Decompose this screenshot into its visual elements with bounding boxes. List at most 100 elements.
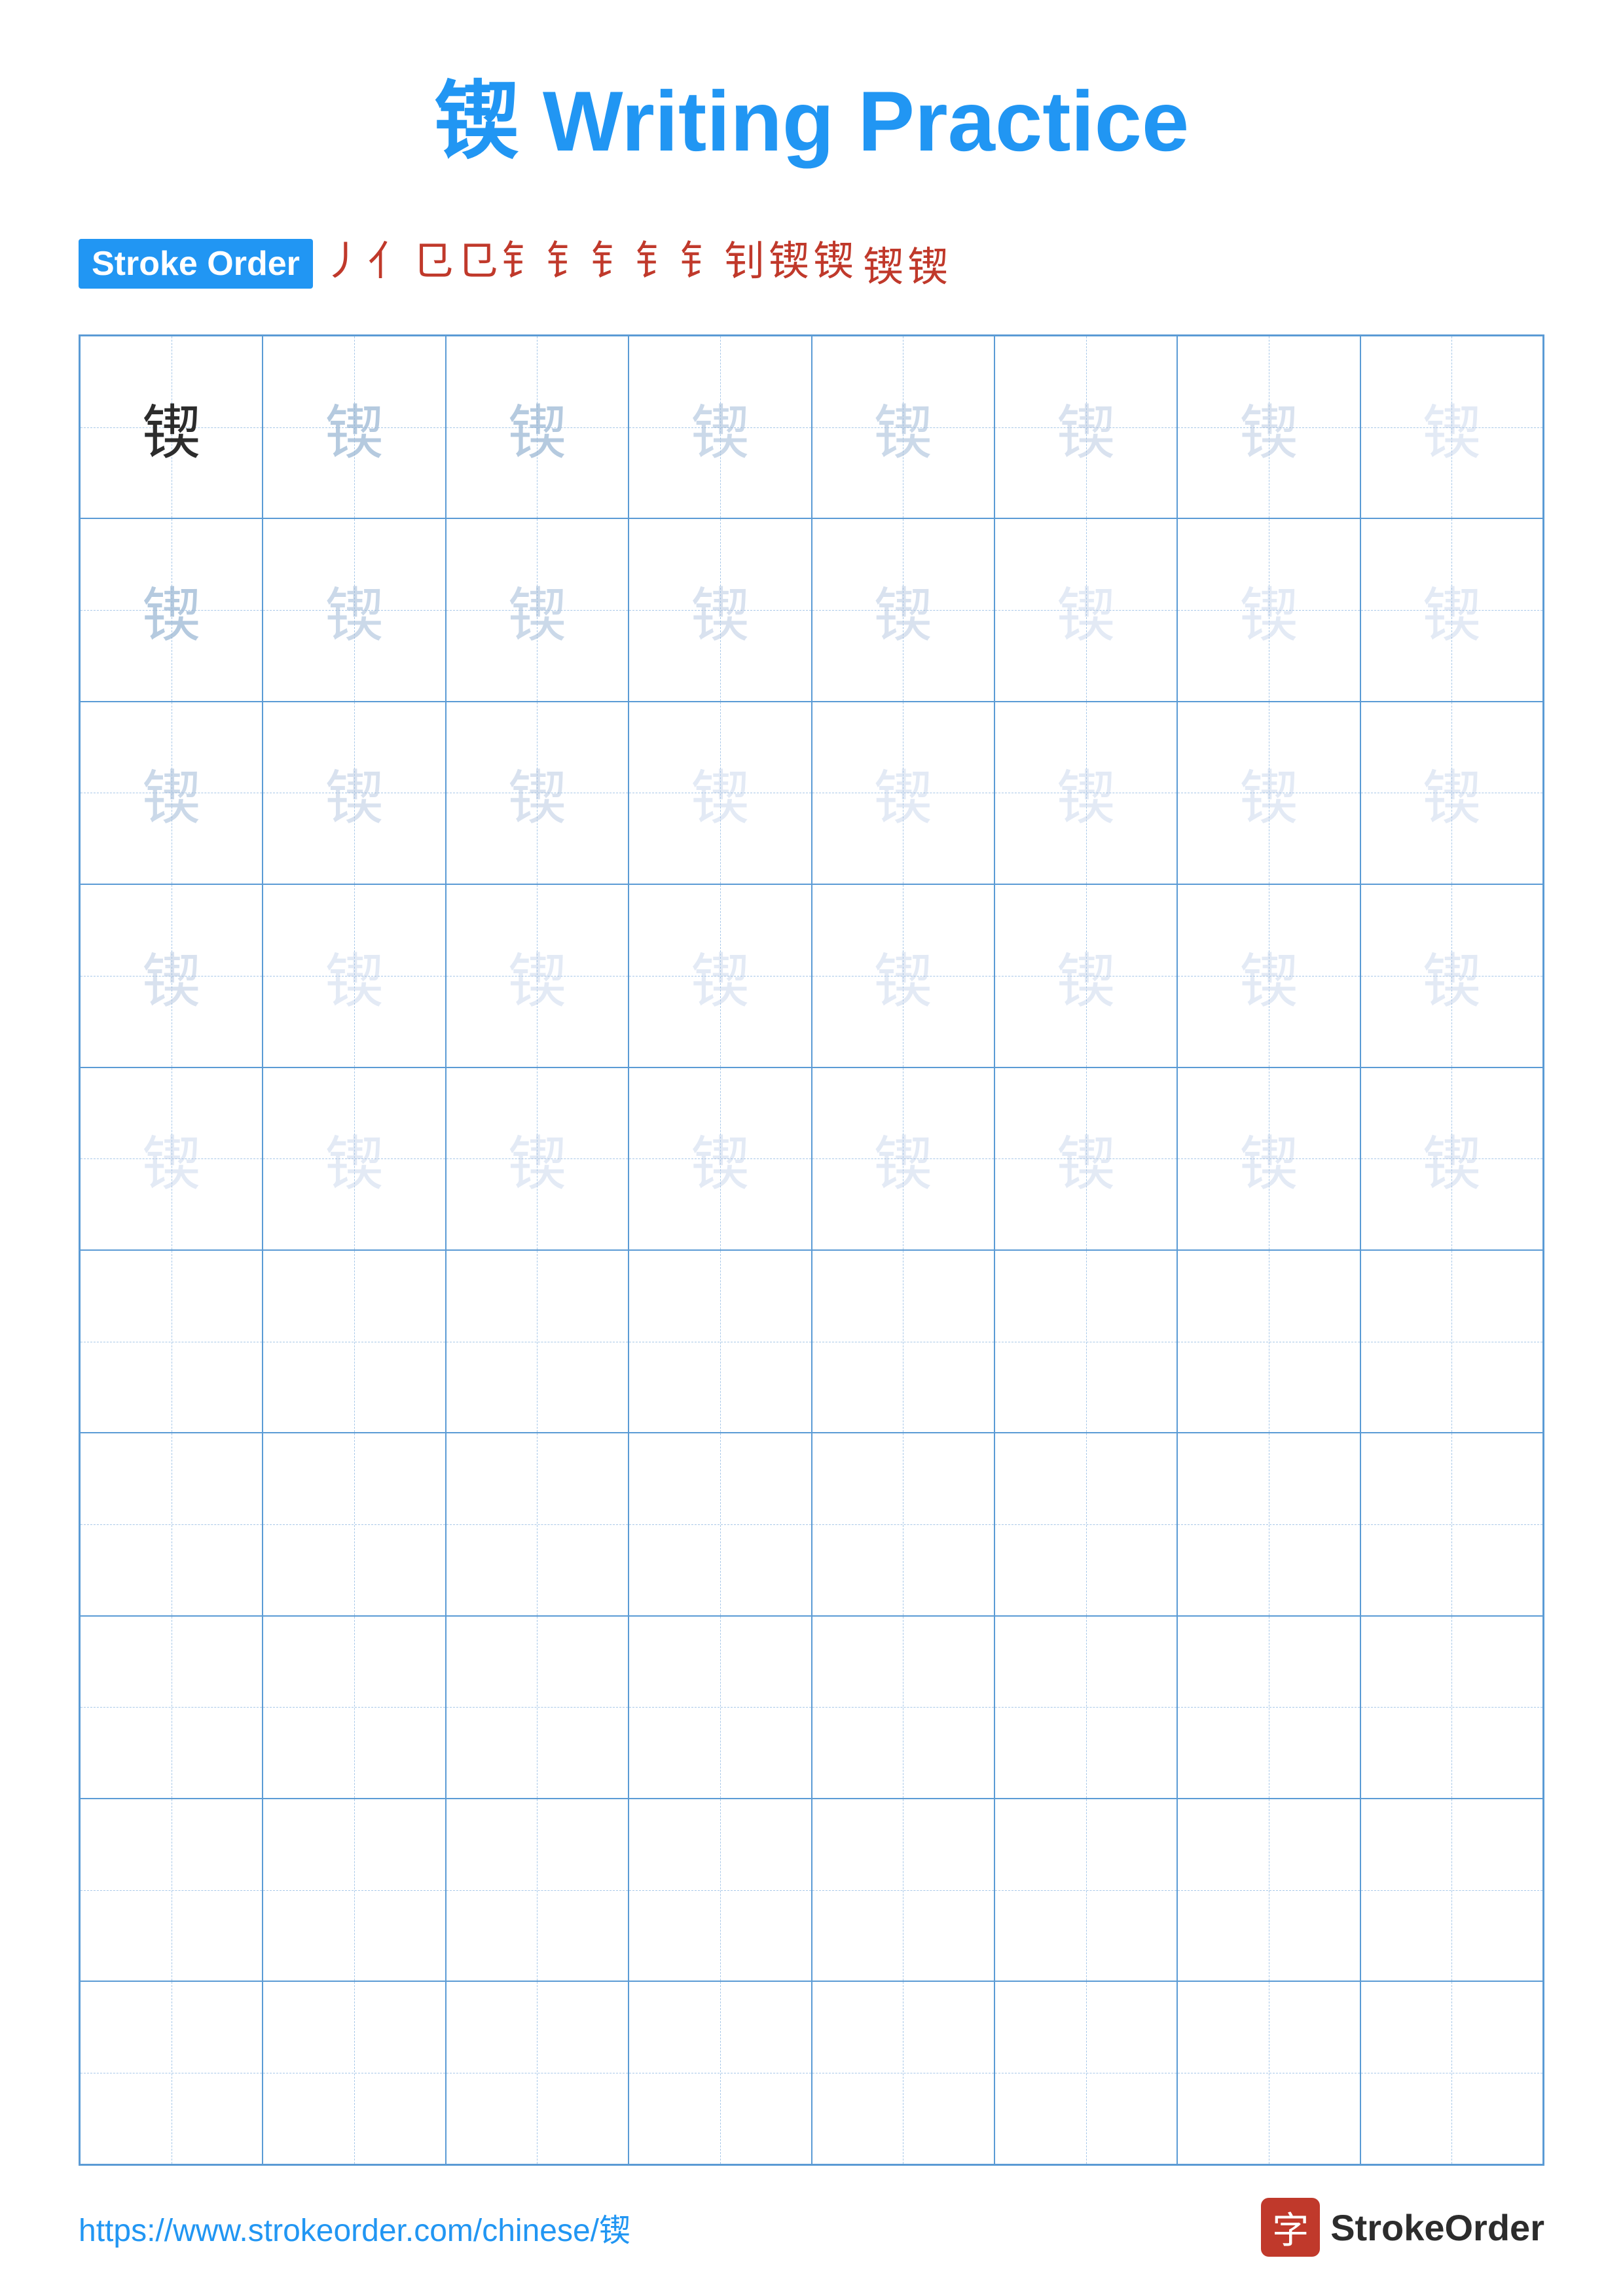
char-5-5: 锲 xyxy=(873,1116,932,1201)
cell-7-8 xyxy=(1360,1433,1543,1615)
char-3-2: 锲 xyxy=(325,750,384,835)
cell-3-5: 锲 xyxy=(812,702,994,884)
logo-text: StrokeOrder xyxy=(1330,2206,1544,2249)
cell-7-1 xyxy=(80,1433,263,1615)
cell-1-4: 锲 xyxy=(629,336,811,518)
cell-9-8 xyxy=(1360,1799,1543,1981)
cell-2-2: 锲 xyxy=(263,518,445,701)
cell-10-2 xyxy=(263,1981,445,2164)
cell-4-7: 锲 xyxy=(1177,884,1360,1067)
stroke-11: 锲 xyxy=(769,228,809,287)
cell-2-8: 锲 xyxy=(1360,518,1543,701)
footer-logo: 字 StrokeOrder xyxy=(1261,2198,1544,2257)
char-1-7: 锲 xyxy=(1239,385,1298,470)
char-5-1: 锲 xyxy=(142,1116,201,1201)
stroke-5: 钅 xyxy=(501,228,542,287)
cell-9-6 xyxy=(994,1799,1177,1981)
char-1-1: 锲 xyxy=(142,385,201,470)
char-3-8: 锲 xyxy=(1422,750,1481,835)
cell-1-1: 锲 xyxy=(80,336,263,518)
stroke-order-label: Stroke Order xyxy=(79,239,313,289)
stroke-7: 钅 xyxy=(591,228,631,287)
footer-url: https://www.strokeorder.com/chinese/锲 xyxy=(79,2204,630,2250)
cell-5-1: 锲 xyxy=(80,1067,263,1250)
char-2-1: 锲 xyxy=(142,567,201,653)
cell-6-6 xyxy=(994,1250,1177,1433)
cell-8-5 xyxy=(812,1616,994,1799)
stroke-order-row: Stroke Order 丿 亻 㔾 㔾 钅 钅 钅 钅 钅 钊 锲 锲 xyxy=(79,228,854,289)
cell-3-4: 锲 xyxy=(629,702,811,884)
char-4-5: 锲 xyxy=(873,933,932,1018)
stroke-6: 钅 xyxy=(546,228,587,287)
stroke-9: 钅 xyxy=(680,228,720,287)
stroke-4: 㔾 xyxy=(457,228,498,287)
cell-5-4: 锲 xyxy=(629,1067,811,1250)
cell-7-6 xyxy=(994,1433,1177,1615)
cell-4-6: 锲 xyxy=(994,884,1177,1067)
cell-3-7: 锲 xyxy=(1177,702,1360,884)
cell-8-1 xyxy=(80,1616,263,1799)
footer: https://www.strokeorder.com/chinese/锲 字 … xyxy=(79,2198,1544,2257)
cell-7-4 xyxy=(629,1433,811,1615)
stroke-2: 亻 xyxy=(368,228,409,287)
char-4-2: 锲 xyxy=(325,933,384,1018)
cell-5-2: 锲 xyxy=(263,1067,445,1250)
char-5-4: 锲 xyxy=(691,1116,750,1201)
cell-2-7: 锲 xyxy=(1177,518,1360,701)
char-5-8: 锲 xyxy=(1422,1116,1481,1201)
char-2-4: 锲 xyxy=(691,567,750,653)
cell-2-4: 锲 xyxy=(629,518,811,701)
cell-9-5 xyxy=(812,1799,994,1981)
stroke-order-section: Stroke Order 丿 亻 㔾 㔾 钅 钅 钅 钅 钅 钊 锲 锲 锲 锲 xyxy=(79,228,1544,295)
cell-3-8: 锲 xyxy=(1360,702,1543,884)
char-4-7: 锲 xyxy=(1239,933,1298,1018)
cell-2-5: 锲 xyxy=(812,518,994,701)
cell-5-5: 锲 xyxy=(812,1067,994,1250)
cell-7-7 xyxy=(1177,1433,1360,1615)
cell-2-1: 锲 xyxy=(80,518,263,701)
char-4-4: 锲 xyxy=(691,933,750,1018)
cell-4-1: 锲 xyxy=(80,884,263,1067)
char-1-4: 锲 xyxy=(691,385,750,470)
page-title: 锲 Writing Practice xyxy=(79,52,1544,175)
cell-6-5 xyxy=(812,1250,994,1433)
logo-char: 字 xyxy=(1272,2201,1309,2254)
cell-4-8: 锲 xyxy=(1360,884,1543,1067)
cell-6-7 xyxy=(1177,1250,1360,1433)
cell-1-6: 锲 xyxy=(994,336,1177,518)
cell-1-3: 锲 xyxy=(446,336,629,518)
char-3-7: 锲 xyxy=(1239,750,1298,835)
char-5-7: 锲 xyxy=(1239,1116,1298,1201)
char-1-5: 锲 xyxy=(873,385,932,470)
cell-3-1: 锲 xyxy=(80,702,263,884)
cell-10-8 xyxy=(1360,1981,1543,2164)
char-1-3: 锲 xyxy=(507,385,566,470)
stroke-14: 锲 xyxy=(907,234,948,293)
page: 锲 Writing Practice Stroke Order 丿 亻 㔾 㔾 … xyxy=(0,0,1623,2296)
title-text: 锲 Writing Practice xyxy=(434,73,1189,169)
cell-8-6 xyxy=(994,1616,1177,1799)
cell-3-6: 锲 xyxy=(994,702,1177,884)
cell-6-2 xyxy=(263,1250,445,1433)
cell-4-2: 锲 xyxy=(263,884,445,1067)
cell-7-2 xyxy=(263,1433,445,1615)
char-3-4: 锲 xyxy=(691,750,750,835)
char-1-8: 锲 xyxy=(1422,385,1481,470)
stroke-13: 锲 xyxy=(863,234,903,293)
cell-9-4 xyxy=(629,1799,811,1981)
cell-10-5 xyxy=(812,1981,994,2164)
char-2-2: 锲 xyxy=(325,567,384,653)
char-3-5: 锲 xyxy=(873,750,932,835)
cell-6-1 xyxy=(80,1250,263,1433)
cell-10-7 xyxy=(1177,1981,1360,2164)
cell-1-7: 锲 xyxy=(1177,336,1360,518)
practice-grid: 锲 锲 锲 锲 锲 锲 锲 锲 锲 锲 锲 锲 锲 锲 锲 锲 锲 锲 锲 锲 … xyxy=(79,334,1544,2166)
cell-1-2: 锲 xyxy=(263,336,445,518)
stroke-8: 钅 xyxy=(635,228,676,287)
cell-7-5 xyxy=(812,1433,994,1615)
cell-10-3 xyxy=(446,1981,629,2164)
cell-4-3: 锲 xyxy=(446,884,629,1067)
stroke-1: 丿 xyxy=(323,228,364,287)
cell-8-4 xyxy=(629,1616,811,1799)
char-2-8: 锲 xyxy=(1422,567,1481,653)
